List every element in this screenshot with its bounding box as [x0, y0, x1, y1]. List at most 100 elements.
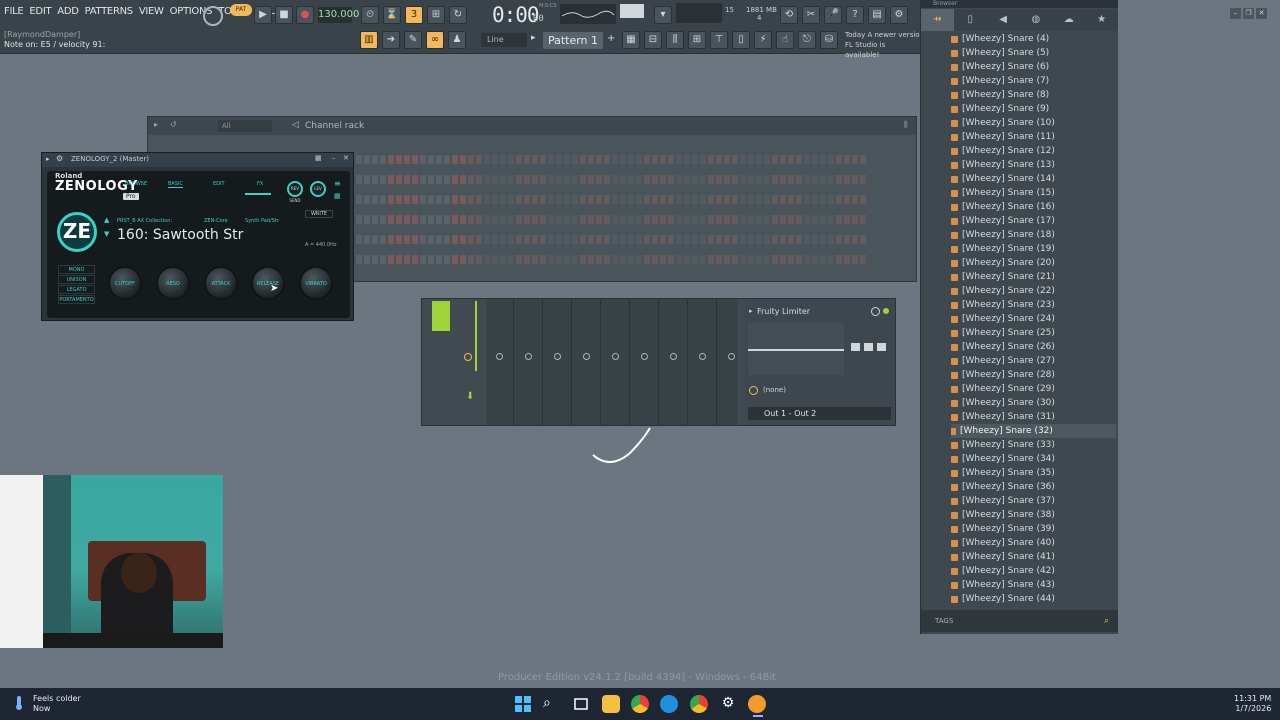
pattern-song-toggle[interactable]: PAT — [230, 4, 252, 16]
step-button[interactable] — [668, 235, 674, 244]
countdown-icon[interactable]: 3 — [405, 6, 423, 24]
step-button[interactable] — [772, 155, 778, 164]
step-button[interactable] — [532, 215, 538, 224]
step-button[interactable] — [524, 235, 530, 244]
portamento-button[interactable]: PORTAMENTO — [58, 295, 95, 304]
step-button[interactable] — [788, 175, 794, 184]
arrow-icon[interactable]: ➜ — [382, 31, 400, 49]
step-button[interactable] — [812, 215, 818, 224]
pan-knob[interactable] — [525, 353, 532, 360]
step-button[interactable] — [676, 195, 682, 204]
step-button[interactable] — [556, 155, 562, 164]
settings-icon[interactable]: ⚙ — [719, 695, 737, 713]
step-button[interactable] — [852, 175, 858, 184]
browser-item[interactable]: [Wheezy] Snare (44) — [951, 592, 1116, 606]
browser-all-icon[interactable]: ⇸ — [921, 9, 954, 31]
step-button[interactable] — [628, 215, 634, 224]
tab-fx[interactable]: FX — [257, 181, 263, 187]
step-button[interactable] — [492, 215, 498, 224]
step-button[interactable] — [508, 215, 514, 224]
tab-basic[interactable]: BASIC — [168, 181, 183, 188]
menu-add[interactable]: ADD — [57, 6, 79, 17]
step-button[interactable] — [724, 155, 730, 164]
step-button[interactable] — [412, 195, 418, 204]
step-button[interactable] — [388, 155, 394, 164]
step-button[interactable] — [572, 235, 578, 244]
step-button[interactable] — [724, 215, 730, 224]
step-button[interactable] — [516, 255, 522, 264]
pan-knob[interactable] — [496, 353, 503, 360]
step-button[interactable] — [444, 255, 450, 264]
step-button[interactable] — [700, 155, 706, 164]
step-button[interactable] — [516, 155, 522, 164]
pan-knob[interactable] — [641, 353, 648, 360]
step-button[interactable] — [660, 155, 666, 164]
gear-icon[interactable]: ⚙ — [56, 154, 63, 163]
step-button[interactable] — [852, 155, 858, 164]
snap-select[interactable]: Line — [481, 33, 527, 47]
step-button[interactable] — [396, 255, 402, 264]
mixer-insert-strip[interactable] — [602, 299, 630, 425]
step-button[interactable] — [460, 235, 466, 244]
step-button[interactable] — [468, 215, 474, 224]
fl-studio-icon[interactable] — [748, 695, 766, 713]
browser-item[interactable]: [Wheezy] Snare (40) — [951, 536, 1116, 550]
step-button[interactable] — [500, 235, 506, 244]
browser-item[interactable]: [Wheezy] Snare (38) — [951, 508, 1116, 522]
step-button[interactable] — [860, 195, 866, 204]
step-button[interactable] — [652, 155, 658, 164]
step-button[interactable] — [524, 255, 530, 264]
step-button[interactable] — [724, 255, 730, 264]
step-button[interactable] — [364, 215, 370, 224]
fx-slider-3[interactable] — [877, 343, 886, 351]
step-button[interactable] — [476, 195, 482, 204]
step-button[interactable] — [500, 175, 506, 184]
patch-up-icon[interactable]: ▲ — [104, 216, 109, 224]
step-button[interactable] — [700, 215, 706, 224]
step-button[interactable] — [652, 195, 658, 204]
step-button[interactable] — [572, 155, 578, 164]
step-button[interactable] — [516, 175, 522, 184]
step-button[interactable] — [404, 235, 410, 244]
step-button[interactable] — [396, 235, 402, 244]
browser-item[interactable]: [Wheezy] Snare (36) — [951, 480, 1116, 494]
step-button[interactable] — [468, 255, 474, 264]
step-button[interactable] — [820, 155, 826, 164]
browser-item[interactable]: [Wheezy] Snare (29) — [951, 382, 1116, 396]
step-button[interactable] — [372, 175, 378, 184]
step-button[interactable] — [860, 235, 866, 244]
step-button[interactable] — [500, 255, 506, 264]
mixer-insert-strip[interactable] — [689, 299, 717, 425]
fx-expand-icon[interactable]: ▸ — [749, 307, 753, 315]
step-button[interactable] — [860, 215, 866, 224]
step-button[interactable] — [500, 195, 506, 204]
step-button[interactable] — [468, 235, 474, 244]
step-button[interactable] — [444, 195, 450, 204]
step-button[interactable] — [508, 235, 514, 244]
step-button[interactable] — [740, 235, 746, 244]
step-button[interactable] — [732, 235, 738, 244]
step-button[interactable] — [828, 235, 834, 244]
step-button[interactable] — [436, 215, 442, 224]
step-button[interactable] — [452, 235, 458, 244]
step-button[interactable] — [612, 215, 618, 224]
step-button[interactable] — [380, 195, 386, 204]
step-button[interactable] — [572, 175, 578, 184]
step-button[interactable] — [556, 195, 562, 204]
step-button[interactable] — [588, 235, 594, 244]
step-button[interactable] — [852, 215, 858, 224]
keyboard-icon[interactable]: ▦ — [334, 192, 341, 200]
step-button[interactable] — [508, 175, 514, 184]
step-button[interactable] — [636, 175, 642, 184]
step-button[interactable] — [836, 195, 842, 204]
menu-patterns[interactable]: PATTERNS — [85, 6, 134, 17]
step-button[interactable] — [756, 155, 762, 164]
step-button[interactable] — [428, 175, 434, 184]
step-button[interactable] — [452, 195, 458, 204]
channel-rack-icon[interactable]: ⊟ — [644, 31, 662, 49]
mixer-insert-strip[interactable] — [718, 299, 746, 425]
search-icon[interactable]: ⌕ — [1104, 610, 1109, 632]
step-button[interactable] — [684, 155, 690, 164]
step-button[interactable] — [524, 195, 530, 204]
step-button[interactable] — [820, 215, 826, 224]
